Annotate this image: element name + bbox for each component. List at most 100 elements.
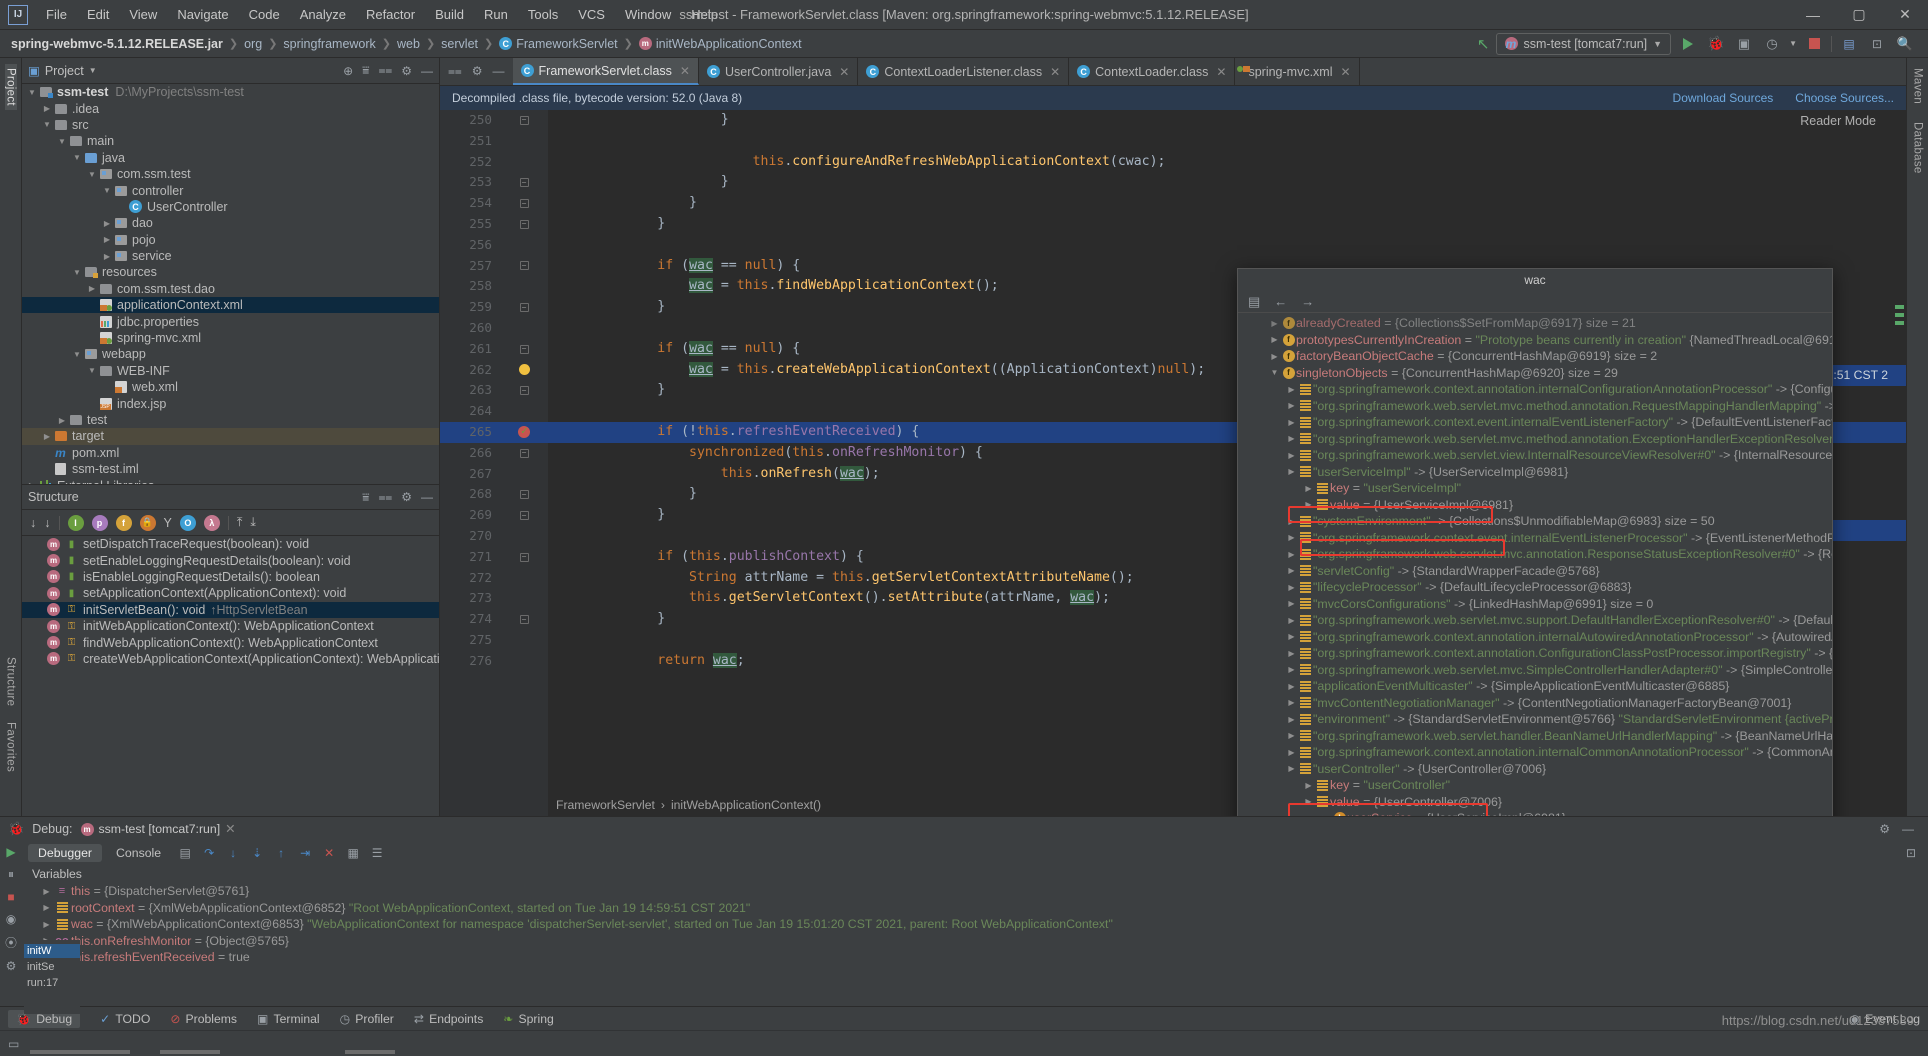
hide-icon[interactable]: — (1902, 822, 1914, 836)
view-breakpoints-icon[interactable]: ⦿ (5, 934, 17, 951)
select-in-button[interactable]: ⊡ (1866, 33, 1888, 55)
run-button[interactable] (1677, 33, 1699, 55)
debug-variable-row[interactable]: ▶oothis.onRefreshMonitor = {Object@5765} (30, 933, 1928, 950)
status-item-todo[interactable]: ✓ TODO (100, 1012, 150, 1026)
project-tree-row[interactable]: ▶ target (22, 428, 439, 445)
force-step-into-icon[interactable]: ⇣ (247, 843, 267, 863)
step-into-icon[interactable]: ↓ (223, 843, 243, 863)
menu-navigate[interactable]: Navigate (167, 3, 238, 26)
mute-breakpoints-icon[interactable]: ◉ (6, 912, 16, 926)
chevron-right-icon[interactable]: ▶ (1302, 797, 1315, 806)
back-arrow-icon[interactable]: ← (1274, 294, 1287, 309)
project-tree-row[interactable]: ▼ java (22, 150, 439, 166)
chevron-right-icon[interactable]: ▶ (1285, 731, 1298, 740)
status-item-profiler[interactable]: ◷ Profiler (340, 1012, 394, 1026)
chevron-right-icon[interactable]: ▶ (1285, 649, 1298, 658)
chevron-right-icon[interactable]: ▶ (1285, 665, 1298, 674)
code-fold-icon[interactable]: − (519, 219, 529, 229)
wac-variable-row[interactable]: ▶ "org.springframework.web.servlet.handl… (1238, 728, 1832, 745)
code-fold-icon[interactable]: − (519, 615, 529, 625)
code-line[interactable]: 253 − } (440, 172, 1906, 193)
breadcrumb-item-method[interactable]: m initWebApplicationContext (634, 35, 807, 53)
menu-view[interactable]: View (119, 3, 167, 26)
tool-window-button-favorites[interactable]: Favorites (5, 718, 17, 776)
project-tree-row[interactable]: ▶ com.ssm.test.dao (22, 281, 439, 297)
wac-variable-row[interactable]: ▶ value = {UserServiceImpl@6981} (1238, 497, 1832, 514)
close-icon[interactable]: ✕ (680, 64, 690, 78)
tool-window-button-structure[interactable]: Structure (5, 653, 17, 710)
pause-icon[interactable]: ⏸ (8, 867, 14, 882)
editor-area[interactable]: 250 − } 251 252 this.configureAndRefreshWeb… (440, 110, 1906, 816)
menu-help[interactable]: Help (681, 3, 728, 26)
wac-variable-row[interactable]: ▶ "org.springframework.context.event.int… (1238, 530, 1832, 547)
chevron-right-icon[interactable]: ▶ (1285, 517, 1298, 526)
project-tree-row[interactable]: web.xml (22, 379, 439, 395)
chevron-right-icon[interactable]: ▶ (41, 104, 53, 113)
chevron-right-icon[interactable]: ▶ (101, 235, 113, 244)
wac-variable-row[interactable]: ▶ "systemEnvironment" -> {Collections$Un… (1238, 513, 1832, 530)
stop-button[interactable] (1803, 33, 1825, 55)
chevron-right-icon[interactable]: ▶ (1302, 500, 1315, 509)
project-tree-row[interactable]: ▶ dao (22, 215, 439, 231)
wac-variable-row[interactable]: ▶ value = {UserController@7006} (1238, 794, 1832, 811)
maximize-button[interactable]: ▢ (1836, 0, 1882, 30)
editor-tab[interactable]: spring-mvc.xml ✕ (1235, 58, 1360, 85)
debug-button[interactable]: 🐞 (1705, 33, 1727, 55)
stop-icon[interactable]: ■ (7, 890, 14, 904)
wac-variable-row[interactable]: ▶ "org.springframework.web.servlet.mvc.s… (1238, 612, 1832, 629)
project-tree-row[interactable]: ▶ pojo (22, 232, 439, 248)
breadcrumb-item-org[interactable]: org (239, 35, 267, 53)
status-item-spring[interactable]: ❧ Spring (503, 1012, 553, 1026)
back-arrow-icon[interactable]: ↖ (1477, 35, 1490, 53)
breadcrumb-item-servlet[interactable]: servlet (436, 35, 483, 53)
collapse-all-icon[interactable]: ⩵ (378, 63, 392, 78)
show-non-public-icon[interactable]: 🔒 (139, 514, 156, 531)
run-configuration-selector[interactable]: m ssm-test [tomcat7:run] ▼ (1495, 32, 1672, 55)
project-tree-row[interactable]: m pom.xml (22, 445, 439, 461)
gear-icon[interactable]: ⚙ (401, 490, 412, 504)
chevron-right-icon[interactable]: ▶ (40, 887, 53, 896)
wac-variable-row[interactable]: ▶ "environment" -> {StandardServletEnvir… (1238, 711, 1832, 728)
structure-tree[interactable]: m ▮ setDispatchTraceRequest(boolean): void… (22, 536, 439, 668)
search-everywhere-button[interactable]: 🔍 (1894, 33, 1916, 55)
wac-variable-row[interactable]: ▶ f factoryBeanObjectCache = {ConcurrentHa… (1238, 348, 1832, 365)
breadcrumb-item-springframework[interactable]: springframework (278, 35, 380, 53)
wac-variable-row[interactable]: ▶ "lifecycleProcessor" -> {DefaultLifecy… (1238, 579, 1832, 596)
forward-arrow-icon[interactable]: → (1301, 294, 1314, 309)
code-fold-icon[interactable]: − (519, 115, 529, 125)
show-properties-icon[interactable]: p (91, 514, 108, 531)
code-fold-icon[interactable]: − (519, 511, 529, 521)
chevron-right-icon[interactable]: ▶ (1268, 319, 1281, 328)
select-in-icon[interactable]: ⊡ (1906, 846, 1916, 860)
wac-variable-row[interactable]: ▶ "org.springframework.context.annotatio… (1238, 645, 1832, 662)
gutter-marker[interactable]: − (500, 261, 548, 271)
menu-analyze[interactable]: Analyze (290, 3, 356, 26)
code-fold-icon[interactable]: − (519, 386, 529, 396)
chevron-down-icon[interactable]: ▼ (101, 186, 113, 195)
chevron-right-icon[interactable]: ▶ (1285, 418, 1298, 427)
gutter-marker[interactable] (500, 421, 548, 442)
project-tree-row[interactable]: ▼ com.ssm.test (22, 166, 439, 182)
wac-value-popup[interactable]: wac ▤ ← → ▶ f alreadyCreated = {Collection… (1237, 268, 1833, 816)
project-tree-row[interactable]: ▼ main (22, 133, 439, 149)
gutter-marker[interactable]: − (500, 448, 548, 458)
chevron-right-icon[interactable]: ▶ (1302, 781, 1315, 790)
project-tree-row[interactable]: ▼ src (22, 117, 439, 133)
gutter-marker[interactable]: − (500, 115, 548, 125)
show-lambdas-icon[interactable]: λ (203, 514, 220, 531)
chevron-right-icon[interactable]: ▶ (40, 920, 53, 929)
gear-icon[interactable]: ⚙ (472, 64, 483, 78)
menu-edit[interactable]: Edit (77, 3, 119, 26)
gutter-marker[interactable]: − (500, 303, 548, 313)
code-fold-icon[interactable]: − (519, 448, 529, 458)
resume-icon[interactable]: ▶ (6, 845, 15, 859)
minimize-button[interactable]: — (1790, 0, 1836, 30)
code-fold-icon[interactable]: − (519, 178, 529, 188)
code-line[interactable]: 251 (440, 131, 1906, 152)
chevron-right-icon[interactable]: ▶ (1285, 764, 1298, 773)
project-tree-row[interactable]: ▼ webapp (22, 346, 439, 362)
wac-variable-row[interactable]: ▶ "org.springframework.web.servlet.mvc.S… (1238, 662, 1832, 679)
wac-variable-row[interactable]: ▶ "org.springframework.context.event.int… (1238, 414, 1832, 431)
watches-icon[interactable]: ☰ (367, 843, 387, 863)
breadcrumb-bottom-class[interactable]: FrameworkServlet (556, 798, 655, 812)
